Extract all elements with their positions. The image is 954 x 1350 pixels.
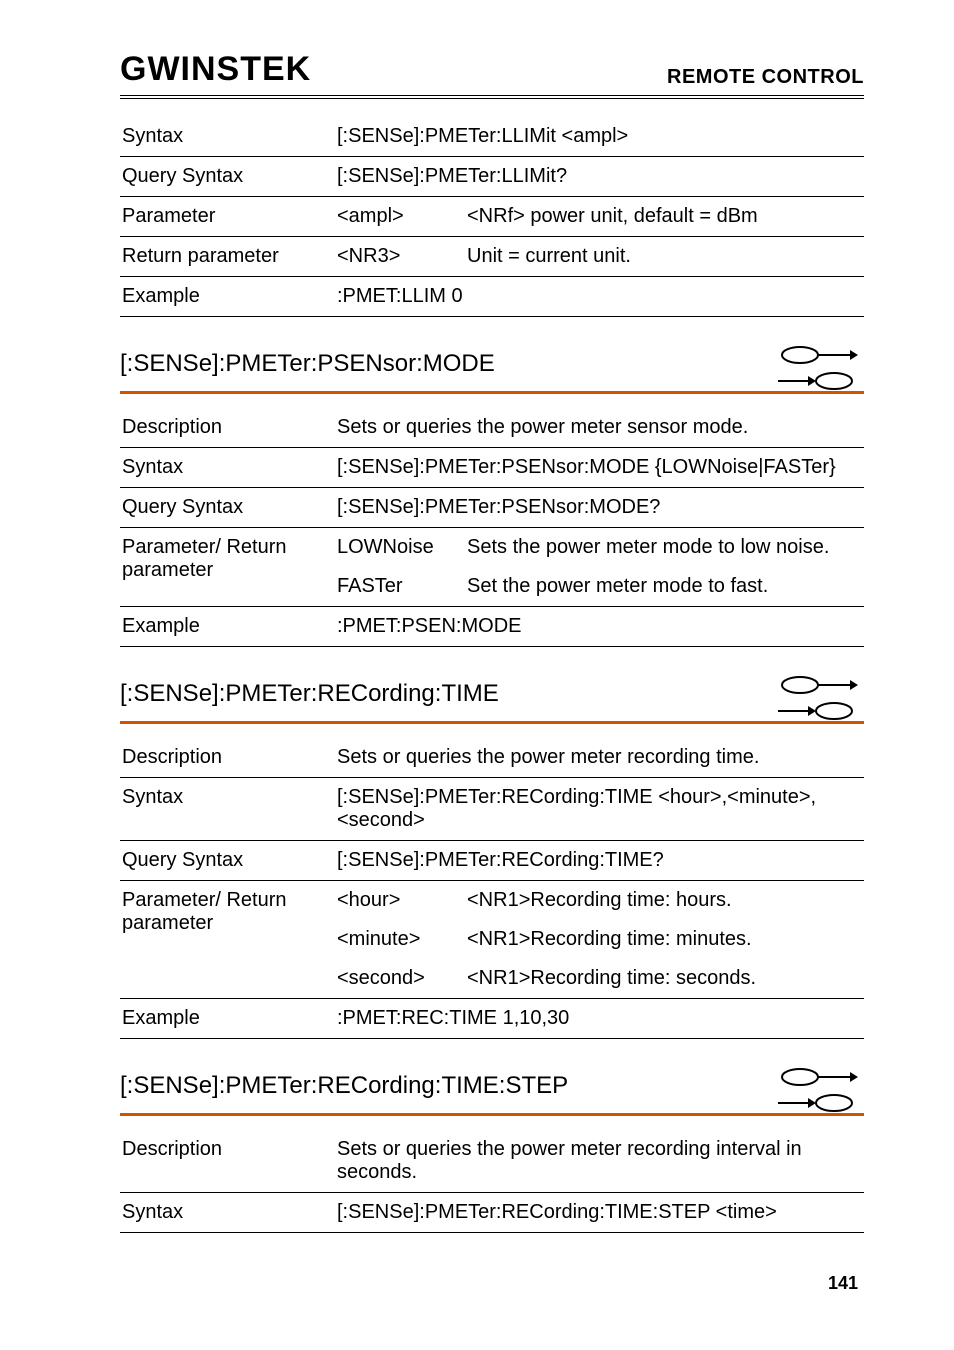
param-hour: <hour> [335, 881, 465, 921]
syntax-val: [:SENSe]:PMETer:LLIMit <ampl> [335, 117, 864, 157]
query-syntax-key: Query Syntax [120, 157, 335, 197]
set-arrow-icon [778, 1067, 858, 1087]
example-val: :PMET:REC:TIME 1,10,30 [335, 999, 864, 1039]
param-return-key: Parameter/ Return parameter [120, 881, 335, 999]
param-minute: <minute> [335, 920, 465, 959]
query-syntax-key: Query Syntax [120, 841, 335, 881]
set-query-icons [778, 1067, 864, 1113]
param-hour-val: <NR1>Recording time: hours. [465, 881, 864, 921]
param-return-key: Parameter/ Return parameter [120, 528, 335, 607]
logo-text: GWINSTEK [120, 50, 311, 88]
param-faster: FASTer [335, 567, 465, 607]
spec-table-llimit: Syntax [:SENSe]:PMETer:LLIMit <ampl> Que… [120, 117, 864, 317]
parameter-name: <ampl> [335, 197, 465, 237]
page-number: 141 [120, 1273, 864, 1294]
query-arrow-icon [778, 701, 858, 721]
syntax-key: Syntax [120, 778, 335, 841]
desc-val: Sets or queries the power meter recordin… [335, 1130, 864, 1193]
param-lownoise-val: Sets the power meter mode to low noise. [465, 528, 864, 568]
query-syntax-key: Query Syntax [120, 488, 335, 528]
query-arrow-icon [778, 1093, 858, 1113]
parameter-val: <NRf> power unit, default = dBm [465, 197, 864, 237]
set-arrow-icon [778, 345, 858, 365]
section-label: REMOTE CONTROL [667, 66, 864, 89]
heading-row: [:SENSe]:PMETer:PSENsor:MODE [120, 345, 864, 391]
syntax-key: Syntax [120, 1193, 335, 1233]
return-val: Unit = current unit. [465, 237, 864, 277]
heading-underline [120, 391, 864, 394]
example-key: Example [120, 999, 335, 1039]
param-minute-val: <NR1>Recording time: minutes. [465, 920, 864, 959]
page-header: GWINSTEK REMOTE CONTROL [120, 50, 864, 99]
heading-recording-time-step: [:SENSe]:PMETer:RECording:TIME:STEP [120, 1072, 568, 1108]
query-arrow-icon [778, 371, 858, 391]
param-lownoise: LOWNoise [335, 528, 465, 568]
spec-table-recording-step: Description Sets or queries the power me… [120, 1130, 864, 1233]
set-query-icons [778, 675, 864, 721]
set-query-icons [778, 345, 864, 391]
query-syntax-val: [:SENSe]:PMETer:LLIMit? [335, 157, 864, 197]
return-name: <NR3> [335, 237, 465, 277]
query-syntax-val: [:SENSe]:PMETer:RECording:TIME? [335, 841, 864, 881]
spec-table-recording-time: Description Sets or queries the power me… [120, 738, 864, 1039]
parameter-key: Parameter [120, 197, 335, 237]
param-faster-val: Set the power meter mode to fast. [465, 567, 864, 607]
heading-underline [120, 1113, 864, 1116]
example-key: Example [120, 277, 335, 317]
param-second-val: <NR1>Recording time: seconds. [465, 959, 864, 999]
example-key: Example [120, 607, 335, 647]
desc-key: Description [120, 738, 335, 778]
desc-val: Sets or queries the power meter sensor m… [335, 408, 864, 448]
heading-row: [:SENSe]:PMETer:RECording:TIME:STEP [120, 1067, 864, 1113]
desc-key: Description [120, 408, 335, 448]
heading-row: [:SENSe]:PMETer:RECording:TIME [120, 675, 864, 721]
syntax-val: [:SENSe]:PMETer:RECording:TIME:STEP <tim… [335, 1193, 864, 1233]
desc-key: Description [120, 1130, 335, 1193]
syntax-key: Syntax [120, 448, 335, 488]
logo: GWINSTEK [120, 50, 311, 89]
heading-psensor-mode: [:SENSe]:PMETer:PSENsor:MODE [120, 350, 495, 386]
return-key: Return parameter [120, 237, 335, 277]
example-val: :PMET:PSEN:MODE [335, 607, 864, 647]
syntax-key: Syntax [120, 117, 335, 157]
example-val: :PMET:LLIM 0 [335, 277, 864, 317]
heading-recording-time: [:SENSe]:PMETer:RECording:TIME [120, 680, 499, 716]
syntax-val: [:SENSe]:PMETer:RECording:TIME <hour>,<m… [335, 778, 864, 841]
desc-val: Sets or queries the power meter recordin… [335, 738, 864, 778]
heading-underline [120, 721, 864, 724]
syntax-val: [:SENSe]:PMETer:PSENsor:MODE {LOWNoise|F… [335, 448, 864, 488]
query-syntax-val: [:SENSe]:PMETer:PSENsor:MODE? [335, 488, 864, 528]
param-second: <second> [335, 959, 465, 999]
set-arrow-icon [778, 675, 858, 695]
spec-table-psensor: Description Sets or queries the power me… [120, 408, 864, 647]
